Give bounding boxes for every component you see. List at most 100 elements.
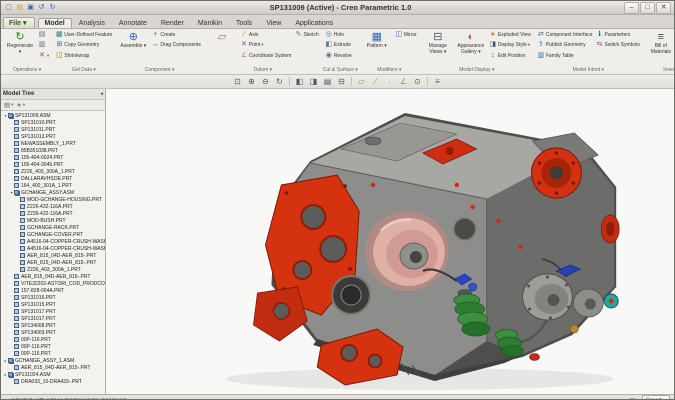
ribbon-button-parameters[interactable]: ℹParameters xyxy=(595,30,641,40)
tree-item-105-404-0024-prt[interactable]: 105-404-0024.PRT xyxy=(1,154,105,161)
maximize-button[interactable]: □ xyxy=(640,2,655,14)
ribbon-button-point[interactable]: ✕Point▾ xyxy=(239,41,293,51)
ribbon-group-label[interactable]: Datum ▾ xyxy=(205,66,321,74)
ribbon-group-label[interactable]: Model Display ▾ xyxy=(421,66,533,74)
redo-icon[interactable]: ↻ xyxy=(48,3,57,12)
datum-axis-display-icon[interactable]: ∕ xyxy=(369,76,382,87)
tree-item-mod-gchange-housing-prt[interactable]: MOD-GCHANGE-HOUSING.PRT xyxy=(1,196,105,203)
ribbon-button-hole[interactable]: ◎Hole xyxy=(324,30,353,40)
tree-item-aer-815-04d-aer-815-prt[interactable]: AER_815_04D-AER_815-.PRT xyxy=(1,252,105,259)
display-style-icon[interactable]: ◨ xyxy=(307,76,320,87)
tree-item-sp131017-prt[interactable]: SP131017.PRT xyxy=(1,315,105,322)
tree-item-105-404-3045-prt[interactable]: 105-404-3045.PRT xyxy=(1,161,105,168)
tree-item-sp131013-prt[interactable]: SP131013.PRT xyxy=(1,133,105,140)
ribbon-group-label[interactable]: Modifiers ▾ xyxy=(360,66,419,74)
ribbon-button-switch-symbols[interactable]: ⇆Switch Symbols xyxy=(595,41,641,51)
tree-item-gchange-cover-prt[interactable]: GCHANGE-COVER.PRT xyxy=(1,231,105,238)
ribbon-button-bill-of-materials[interactable]: ≡Bill of Materials xyxy=(645,30,674,65)
undo-icon[interactable]: ↺ xyxy=(37,3,46,12)
ribbon-button-revolve[interactable]: ◉Revolve xyxy=(324,51,353,61)
saved-orientations-icon[interactable]: ▤ xyxy=(321,76,334,87)
ribbon-button-regenerate[interactable]: ↻Regenerate ▾ xyxy=(4,30,36,65)
ribbon-button-user-defined-feature[interactable]: ▦User-Defined Feature xyxy=(54,30,113,40)
tree-item-vite32202-astori-cod-prodcon-pr[interactable]: VITE32202-ASTORI_COD_PRODCON-PR xyxy=(1,280,105,287)
selection-filter-icon[interactable]: ▦ xyxy=(629,397,636,400)
tree-item-z226-403-300a-1-prt[interactable]: Z226_403_300A_1.PRT xyxy=(1,266,105,273)
tree-item-sp131017-prt[interactable]: SP131017.PRT xyxy=(1,308,105,315)
save-icon[interactable]: ▣ xyxy=(26,3,35,12)
ribbon-group-label[interactable]: Get Data ▾ xyxy=(53,66,114,74)
tree-item-sp134009-prt[interactable]: SP134009.PRT xyxy=(1,329,105,336)
annotation-display-icon[interactable]: ≡ xyxy=(431,76,444,87)
tree-item-aer-815-04d-aer-815-prt[interactable]: AER_815_04D-AER_815-.PRT xyxy=(1,364,105,371)
tree-item-00p-116-prt[interactable]: 00P-116.PRT xyxy=(1,343,105,350)
ribbon-button-edit-position[interactable]: ↕Edit Position xyxy=(488,51,532,61)
new-file-icon[interactable]: ▢ xyxy=(4,3,13,12)
ribbon-button-delete-icon[interactable]: ✕▾ xyxy=(37,51,50,61)
tree-item-dallaravhsoe-prt[interactable]: DALLARAVHSOE.PRT xyxy=(1,175,105,182)
ribbon-group-label[interactable]: Model Intent ▾ xyxy=(535,66,642,74)
ribbon-button-exploded-view[interactable]: ∗Exploded View xyxy=(488,30,532,40)
tree-item-a4516-04-copper-crush-washers[interactable]: A4516-04-COPPER-CRUSH-WASHERS xyxy=(1,245,105,252)
ribbon-button-axis[interactable]: ∕Axis xyxy=(239,30,293,40)
tree-item-sp131009-asm[interactable]: ▾SP131009.ASM xyxy=(1,112,105,119)
tree-item-aer-815-04d-aer-815-prt[interactable]: AER_815_04D-AER_815-.PRT xyxy=(1,259,105,266)
tree-item-sp131024-asm[interactable]: ▸SP131024.ASM xyxy=(1,371,105,378)
tree-item-sp134008-prt[interactable]: SP134008.PRT xyxy=(1,322,105,329)
csys-display-icon[interactable]: ∠ xyxy=(397,76,410,87)
close-button[interactable]: ✕ xyxy=(656,2,671,14)
tree-item-sp131016-prt[interactable]: SP131016.PRT xyxy=(1,294,105,301)
ribbon-button-pattern[interactable]: ▦Pattern ▾ xyxy=(361,30,393,65)
ribbon-button-assemble[interactable]: ⊕Assemble ▾ xyxy=(117,30,149,65)
ribbon-button-appearance-gallery[interactable]: ◐Appearance Gallery ▾ xyxy=(455,30,487,65)
ribbon-button-mirror[interactable]: ◫Mirror xyxy=(394,30,418,40)
ribbon-button-copy-icon[interactable]: ▤ xyxy=(37,30,50,40)
tree-item-z226-432-116a-prt[interactable]: Z226-432-116A.PRT xyxy=(1,203,105,210)
ribbon-button-extrude[interactable]: ◧Extrude xyxy=(324,41,353,51)
tree-item-z226-432-116a-prt[interactable]: Z226-432-116A.PRT xyxy=(1,210,105,217)
repaint-icon[interactable]: ↻ xyxy=(273,76,286,87)
zoom-out-icon[interactable]: ⊖ xyxy=(259,76,272,87)
tab-annotate[interactable]: Annotate xyxy=(112,18,154,28)
tree-item-sp131010-prt[interactable]: SP131010.PRT xyxy=(1,119,105,126)
tree-item-00p-116-prt[interactable]: 00P-116.PRT xyxy=(1,350,105,357)
collapse-panel-icon[interactable]: ◂ xyxy=(100,91,103,97)
ribbon-button-coordinate-system[interactable]: ∠Coordinate System xyxy=(239,51,293,61)
ribbon-group-label[interactable]: Operations ▾ xyxy=(3,66,51,74)
ribbon-button-family-table[interactable]: ▥Family Table xyxy=(536,51,594,61)
tree-item-gchange-assy-asm[interactable]: ▾GCHANGE_ASSY.ASM xyxy=(1,189,105,196)
tree-item-164-400-301a-1-prt[interactable]: 164_400_301A_1.PRT xyxy=(1,182,105,189)
file-menu-button[interactable]: File ▾ xyxy=(3,17,35,28)
ribbon-button-shrinkwrap[interactable]: ◫Shrinkwrap xyxy=(54,51,113,61)
ribbon-group-label[interactable]: Investigate ▾ xyxy=(644,66,674,74)
ribbon-button-sketch[interactable]: ✎Sketch xyxy=(293,30,319,40)
tab-applications[interactable]: Applications xyxy=(288,18,340,28)
tab-view[interactable]: View xyxy=(259,18,288,28)
tree-item-dra033-10-dra433-prt[interactable]: DRA033_10-DRA433-.PRT xyxy=(1,378,105,385)
tab-manikin[interactable]: Manikin xyxy=(191,18,229,28)
ribbon-button-manage-views[interactable]: ⊟Manage Views ▾ xyxy=(422,30,454,65)
datum-point-display-icon[interactable]: ∙ xyxy=(383,76,396,87)
gearbox-3d-model[interactable] xyxy=(106,89,674,394)
graphics-viewport[interactable] xyxy=(106,89,674,394)
minimize-button[interactable]: – xyxy=(624,2,639,14)
tree-item-00p-116-prt[interactable]: 00P-116.PRT xyxy=(1,336,105,343)
view-manager-icon[interactable]: ⊟ xyxy=(335,76,348,87)
tree-item-a4516-04-copper-crush-washers[interactable]: A4516-04-COPPER-CRUSH-WASHERS xyxy=(1,238,105,245)
zoom-in-icon[interactable]: ⊕ xyxy=(245,76,258,87)
ribbon-button-paste-icon[interactable]: ▥ xyxy=(37,41,50,51)
tree-item-aer-815-04d-aer-815-prt[interactable]: AER_815_04D-AER_815-.PRT xyxy=(1,273,105,280)
ribbon-button-display-style[interactable]: ◨Display Style▾ xyxy=(488,41,532,51)
tree-item-gchange-assy-1-asm[interactable]: ▸GCHANGE_ASSY_1.ASM xyxy=(1,357,105,364)
tree-item-newassembly-1-prt[interactable]: NEWASSEMBLY_1.PRT xyxy=(1,140,105,147)
tree-item-85b351038-prt[interactable]: 85B351038.PRT xyxy=(1,147,105,154)
tab-tools[interactable]: Tools xyxy=(229,18,259,28)
ribbon-button-create[interactable]: +Create xyxy=(150,30,202,40)
ribbon-group-label[interactable]: Component ▾ xyxy=(116,66,203,74)
ribbon-button-drag-components[interactable]: ↔Drag Components xyxy=(150,41,202,51)
datum-plane-display-icon[interactable]: ▱ xyxy=(355,76,368,87)
open-file-icon[interactable]: ▤ xyxy=(15,3,24,12)
ribbon-button-plane-icon[interactable]: ▱ xyxy=(206,30,238,65)
selection-filter-dropdown[interactable]: Smart▾ xyxy=(642,395,670,400)
tree-item-sp131015-prt[interactable]: SP131015.PRT xyxy=(1,301,105,308)
